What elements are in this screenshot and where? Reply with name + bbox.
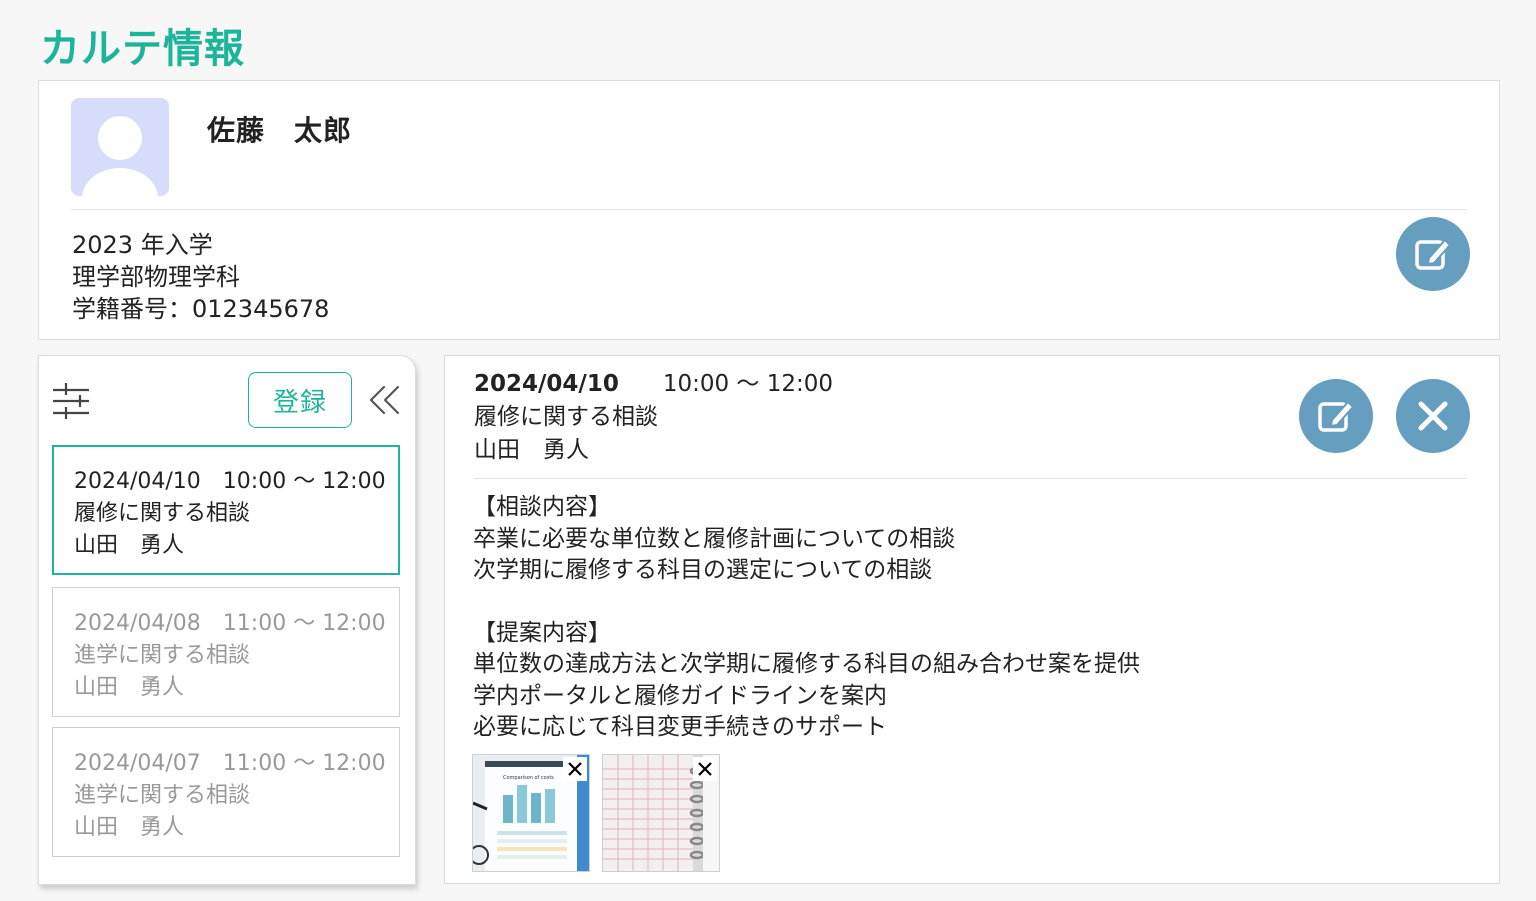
- record-datetime: 2024/04/07 11:00 〜 12:00: [74, 751, 386, 776]
- record-detail-panel: 2024/04/10 10:00 〜 12:00 履修に関する相談 山田 勇人 【…: [444, 355, 1500, 884]
- close-icon: [1418, 401, 1448, 431]
- record-datetime: 2024/04/10 10:00 〜 12:00: [74, 469, 386, 494]
- delete-record-button[interactable]: [1396, 379, 1470, 453]
- record-counselor: 山田 勇人: [74, 533, 185, 558]
- student-info: 2023 年入学 理学部物理学科 学籍番号：012345678: [72, 229, 329, 325]
- student-profile-card: 佐藤 太郎 2023 年入学 理学部物理学科 学籍番号：012345678: [38, 80, 1500, 340]
- record-counselor: 山田 勇人: [74, 675, 185, 700]
- page-title: カルテ情報: [40, 26, 245, 72]
- consultation-heading: 【相談内容】: [473, 494, 611, 520]
- record-list-item[interactable]: 2024/04/07 11:00 〜 12:00 進学に関する相談 山田 勇人: [52, 727, 400, 857]
- record-topic: 履修に関する相談: [74, 501, 251, 526]
- record-topic: 進学に関する相談: [74, 643, 251, 668]
- double-chevron-left-icon[interactable]: [369, 384, 401, 416]
- record-counselor: 山田 勇人: [74, 815, 185, 840]
- edit-profile-button[interactable]: [1396, 217, 1470, 291]
- proposal-heading: 【提案内容】: [473, 619, 611, 646]
- record-datetime: 2024/04/08 11:00 〜 12:00: [74, 611, 386, 636]
- remove-attachment-button[interactable]: [563, 757, 587, 781]
- consultation-line: 卒業に必要な単位数と履修計画についての相談: [473, 525, 956, 552]
- record-detail-header: 2024/04/10 10:00 〜 12:00 履修に関する相談 山田 勇人: [474, 368, 833, 467]
- edit-record-button[interactable]: [1299, 379, 1373, 453]
- user-placeholder-icon: [82, 116, 158, 196]
- student-id: 学籍番号：012345678: [72, 295, 330, 323]
- detail-topic: 履修に関する相談: [474, 404, 658, 430]
- detail-divider: [474, 478, 1467, 479]
- consultation-line: 次学期に履修する科目の選定についての相談: [473, 557, 933, 583]
- enrollment-year: 2023 年入学: [72, 231, 213, 259]
- department: 理学部物理学科: [72, 263, 240, 291]
- edit-icon: [1318, 400, 1355, 432]
- attachment-thumbnail[interactable]: [602, 754, 720, 872]
- register-button[interactable]: 登録: [248, 372, 352, 428]
- detail-counselor: 山田 勇人: [474, 437, 589, 463]
- consultation-section: 【相談内容】 卒業に必要な単位数と履修計画についての相談 次学期に履修する科目の…: [473, 492, 1140, 587]
- record-sidebar: 登録 2024/04/10 10:00 〜 12:00 履修に関する相談 山田 …: [38, 355, 416, 885]
- proposal-line: 必要に応じて科目変更手続きのサポート: [473, 714, 887, 740]
- profile-divider: [71, 209, 1467, 210]
- attachment-thumbnail[interactable]: Comparison of costs: [472, 754, 590, 872]
- attachment-caption: Comparison of costs: [503, 775, 554, 781]
- avatar: [71, 98, 169, 196]
- proposal-section: 【提案内容】 単位数の達成方法と次学期に履修する科目の組み合わせ案を提供 学内ポ…: [473, 618, 1140, 744]
- proposal-line: 単位数の達成方法と次学期に履修する科目の組み合わせ案を提供: [473, 651, 1140, 677]
- student-name: 佐藤 太郎: [207, 114, 353, 147]
- record-list-item[interactable]: 2024/04/08 11:00 〜 12:00 進学に関する相談 山田 勇人: [52, 587, 400, 717]
- edit-icon: [1415, 238, 1452, 270]
- record-detail-body: 【相談内容】 卒業に必要な単位数と履修計画についての相談 次学期に履修する科目の…: [473, 492, 1140, 775]
- close-icon: [698, 762, 712, 776]
- close-icon: [568, 762, 582, 776]
- record-topic: 進学に関する相談: [74, 783, 251, 808]
- detail-date: 2024/04/10: [474, 371, 619, 397]
- record-list-item[interactable]: 2024/04/10 10:00 〜 12:00 履修に関する相談 山田 勇人: [52, 445, 400, 575]
- detail-time: 10:00 〜 12:00: [662, 371, 834, 397]
- filter-sliders-icon[interactable]: [52, 380, 90, 420]
- remove-attachment-button[interactable]: [693, 757, 717, 781]
- proposal-line: 学内ポータルと履修ガイドラインを案内: [473, 682, 887, 709]
